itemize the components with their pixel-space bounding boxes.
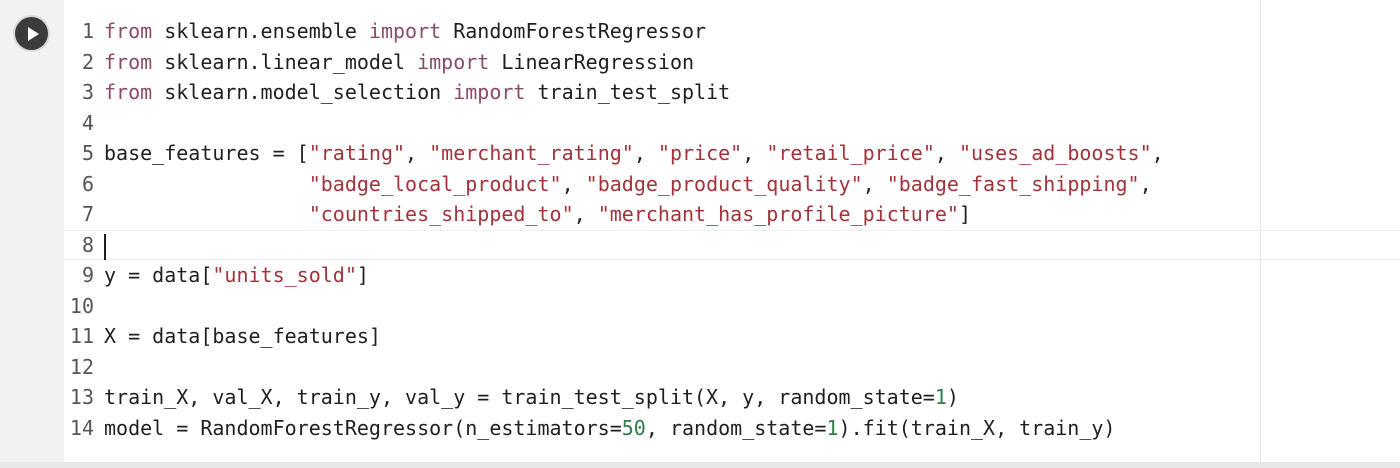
line-number: 13 [69,385,94,409]
string-token: "badge_product_quality" [585,171,863,196]
number-token: 1 [826,415,839,440]
code-line[interactable]: 9 y = data["units_sold"] [64,260,1164,291]
code-token: , [862,171,887,196]
code-token: ] [356,263,369,287]
code-token: , random_state= [645,415,827,440]
cell-gutter [0,0,64,468]
code-token: , [742,141,767,165]
string-token: "countries_shipped_to" [308,202,574,226]
line-number: 14 [69,415,94,440]
play-icon [28,27,39,41]
line-number: 5 [81,141,94,165]
text-cursor [104,234,106,260]
code-line[interactable]: 3 from sklearn.model_selection import tra… [64,77,1164,108]
code-token: sklearn.ensemble [152,19,369,43]
line-number: 2 [81,49,94,74]
code-line[interactable]: 13 train_X, val_X, train_y, val_y = train… [64,382,1164,413]
keyword-token: import [453,80,526,104]
line-text [104,230,106,260]
code-token: X = data[base_features] [104,324,381,348]
line-number: 4 [81,110,94,135]
code-token: ) [946,385,959,409]
code-line[interactable]: 1 from sklearn.ensemble import RandomFore… [64,16,1164,47]
code-token: , [934,141,959,165]
keyword-token: from [104,49,153,74]
string-token: "merchant_rating" [429,141,634,165]
number-token: 1 [934,385,947,409]
code-line[interactable]: 2 from sklearn.linear_model import Linear… [64,47,1164,78]
code-token: train_test_split [525,80,731,104]
code-line[interactable]: 14 model = RandomForestRegressor(n_estima… [64,413,1164,444]
keyword-token: from [104,19,153,43]
code-token: base_features = [ [104,141,309,165]
line-text: from sklearn.ensemble import RandomFores… [104,16,706,47]
code-token: y = data[ [104,263,213,287]
code-token: RandomForestRegressor [441,19,707,43]
string-token: "units_sold" [212,263,357,287]
code-line[interactable]: 7 "countries_shipped_to", "merchant_has_… [64,199,1164,230]
code-token: , [573,202,598,226]
string-token: "badge_fast_shipping" [886,171,1140,196]
line-number: 3 [81,80,94,104]
line-number: 12 [69,354,94,379]
code-token: model = RandomForestRegressor(n_estimato… [104,415,622,440]
line-number: 9 [81,263,94,287]
code-line[interactable]: 8 [64,230,1164,260]
line-number: 1 [81,19,94,43]
string-token: "badge_local_product" [308,171,562,196]
code-token: ] [958,202,971,226]
line-text: X = data[base_features] [104,321,381,352]
code-line[interactable]: 11 X = data[base_features] [64,321,1164,352]
keyword-token: import [368,19,442,43]
code-token: , [1139,171,1152,196]
line-text: train_X, val_X, train_y, val_y = train_t… [104,382,959,413]
line-number: 11 [69,324,94,348]
code-cell: 1 from sklearn.ensemble import RandomFore… [0,0,1400,468]
line-text: from sklearn.model_selection import trai… [104,77,730,108]
line-number: 10 [69,293,94,318]
code-token: , [561,171,586,196]
string-token: "rating" [308,141,406,165]
code-token: train_X, val_X, train_y, val_y = train_t… [104,385,935,409]
code-token: , [633,141,658,165]
code-line[interactable]: 4 [64,108,1164,139]
line-text: "countries_shipped_to", "merchant_has_pr… [104,199,971,230]
keyword-token: import [417,49,490,74]
code-token: , [405,141,430,165]
string-token: "retail_price" [766,141,935,165]
code-line[interactable]: 6 "badge_local_product", "badge_product_… [64,169,1164,200]
code-line[interactable]: 10 [64,291,1164,322]
line-text: base_features = ["rating", "merchant_rat… [104,138,1164,169]
code-line[interactable]: 12 [64,352,1164,383]
column-ruler [1260,0,1261,462]
line-text: "badge_local_product", "badge_product_qu… [104,169,1152,200]
number-token: 50 [621,415,646,440]
string-token: "merchant_has_profile_picture" [597,202,959,226]
string-token: "price" [657,141,743,165]
code-token: LinearRegression [489,49,695,74]
code-token: ).fit(train_X, train_y) [838,415,1116,440]
line-text: y = data["units_sold"] [104,260,369,291]
code-token: sklearn.linear_model [152,49,418,74]
line-number: 7 [81,202,94,226]
keyword-token: from [104,80,153,104]
line-number: 8 [81,232,94,257]
run-cell-button[interactable] [15,17,48,50]
code-lines[interactable]: 1 from sklearn.ensemble import RandomFore… [64,16,1164,443]
code-token: sklearn.model_selection [152,80,454,104]
line-text: from sklearn.linear_model import LinearR… [104,47,694,78]
code-line[interactable]: 5 base_features = ["rating", "merchant_ra… [64,138,1164,169]
string-token: "uses_ad_boosts" [958,141,1152,165]
code-token: , [1151,141,1164,165]
cell-bottom-border [0,462,1400,468]
line-number: 6 [81,171,94,196]
line-text: model = RandomForestRegressor(n_estimato… [104,413,1115,444]
